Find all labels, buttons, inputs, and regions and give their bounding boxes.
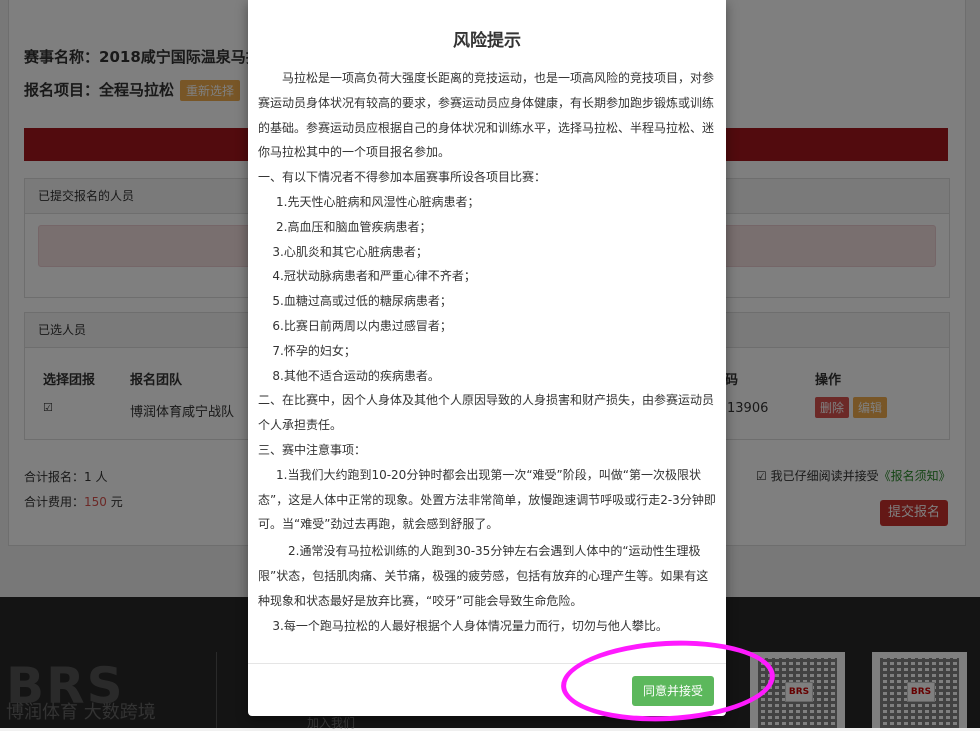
modal-paragraph: 二、在比赛中，因个人身体及其他个人原因导致的人身损害和财产损失，由参赛运动员个人… — [258, 393, 715, 433]
modal-paragraph: 1.先天性心脏病和风湿性心脏病患者； — [276, 194, 480, 209]
risk-notice-modal: 风险提示 马拉松是一项高负荷大强度长距离的竞技运动，也是一项高风险的竞技项目，对… — [248, 0, 726, 716]
modal-paragraph: 3.心肌炎和其它心脏病患者； — [272, 244, 428, 259]
modal-paragraph: 3.每一个跑马拉松的人最好根据个人身体情况量力而行，切勿与他人攀比。 — [272, 618, 668, 633]
modal-paragraph: 7.怀孕的妇女； — [272, 343, 356, 358]
modal-paragraph: 马拉松是一项高负荷大强度长距离的竞技运动，也是一项高风险的竞技项目，对参赛运动员… — [258, 71, 715, 160]
modal-paragraph: 三、赛中注意事项： — [258, 442, 367, 457]
modal-paragraph: 2.高血压和脑血管疾病患者； — [276, 219, 432, 234]
modal-title: 风险提示 — [453, 31, 521, 51]
modal-paragraph: 2.通常没有马拉松训练的人跑到30-35分钟左右会遇到人体中的“运动性生理极限”… — [258, 544, 709, 608]
modal-paragraph: 4.冠状动脉病患者和严重心律不齐者； — [272, 269, 476, 284]
modal-body: 马拉松是一项高负荷大强度长距离的竞技运动，也是一项高风险的竞技项目，对参赛运动员… — [258, 66, 718, 638]
modal-paragraph: 1.当我们大约跑到10-20分钟时都会出现第一次“难受”阶段，叫做“第一次极限状… — [258, 467, 716, 532]
modal-paragraph: 6.比赛日前两周以内患过感冒者； — [272, 318, 452, 333]
modal-paragraph: 5.血糖过高或过低的糖尿病患者； — [272, 294, 452, 309]
modal-paragraph: 一、有以下情况者不得参加本届赛事所设各项目比赛： — [258, 170, 547, 185]
modal-paragraph: 8.其他不适合运动的疾病患者。 — [272, 368, 440, 383]
